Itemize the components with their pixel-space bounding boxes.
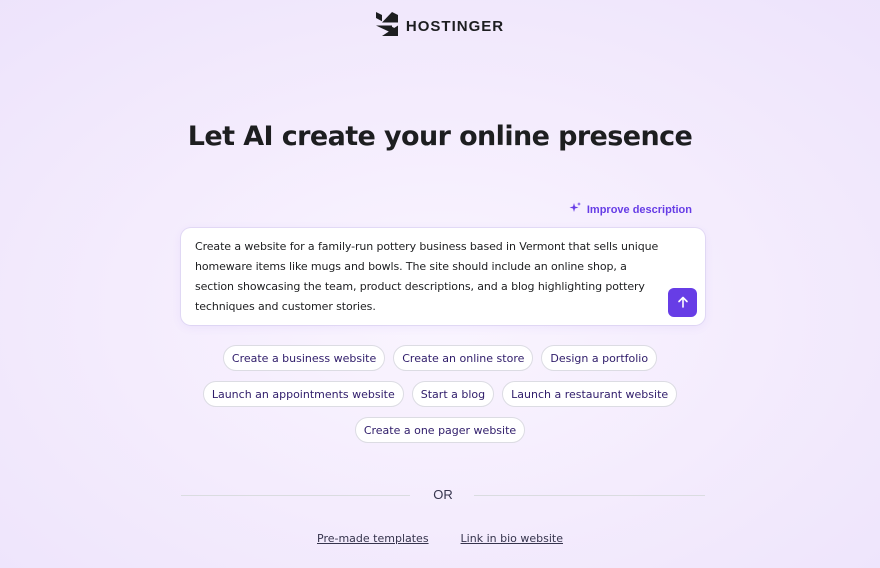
or-divider: OR: [181, 486, 705, 504]
suggestion-chip[interactable]: Create a business website: [222, 345, 386, 371]
brand-logo[interactable]: HOSTINGER: [0, 12, 880, 40]
improve-description-button[interactable]: Improve description: [569, 202, 692, 217]
suggestion-row-3: Create a one pager website: [0, 417, 880, 443]
suggestion-row-1: Create a business website Create an onli…: [0, 345, 880, 371]
improve-description-label: Improve description: [586, 203, 692, 216]
sparkle-icon: [569, 202, 581, 217]
link-in-bio-link[interactable]: Link in bio website: [461, 532, 563, 545]
suggestion-chip[interactable]: Create an online store: [393, 345, 534, 371]
arrow-up-icon: [677, 293, 689, 312]
hostinger-logo-icon: [375, 12, 398, 40]
suggestion-row-2: Launch an appointments website Start a b…: [0, 381, 880, 407]
suggestion-chip[interactable]: Launch a restaurant website: [502, 381, 678, 407]
suggestion-chip[interactable]: Create a one pager website: [354, 417, 526, 443]
suggestion-chip[interactable]: Launch an appointments website: [202, 381, 404, 407]
premade-templates-link[interactable]: Pre-made templates: [317, 532, 429, 545]
prompt-input-container[interactable]: Create a website for a family-run potter…: [181, 228, 705, 325]
suggestion-chip[interactable]: Start a blog: [411, 381, 495, 407]
page-title: Let AI create your online presence: [187, 121, 693, 152]
suggestion-chip[interactable]: Design a portfolio: [541, 345, 658, 371]
submit-button[interactable]: [668, 288, 697, 317]
brand-name: HOSTINGER: [405, 17, 505, 35]
divider-line: [474, 495, 705, 496]
prompt-input[interactable]: Create a website for a family-run potter…: [195, 237, 665, 317]
alternative-links: Pre-made templates Link in bio website: [0, 532, 880, 545]
